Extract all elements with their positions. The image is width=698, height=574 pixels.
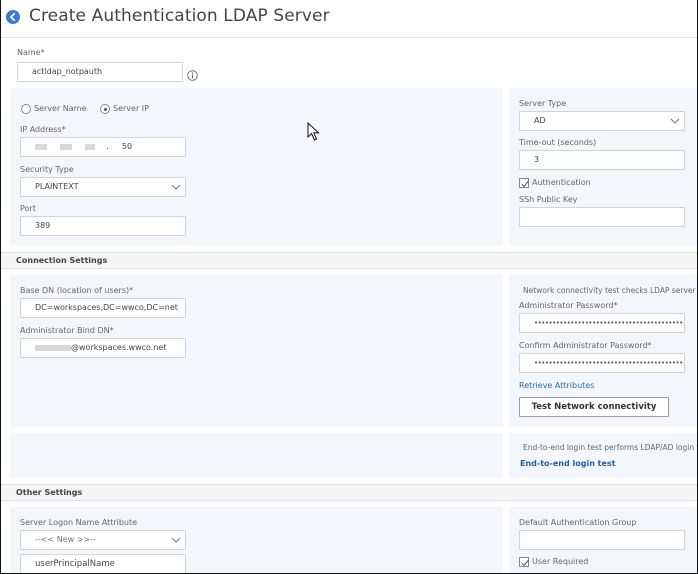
logon-attr-label: Server Logon Name Attribute (20, 518, 138, 527)
bind-dn-suffix: @workspaces.wwco.net (71, 343, 167, 352)
mouse-cursor-icon (307, 121, 321, 142)
ssh-key-input[interactable] (519, 207, 685, 227)
base-dn-input[interactable]: DC=workspaces,DC=wwco,DC=net (20, 298, 186, 318)
masked-octet (60, 143, 73, 150)
e2e-left-panel (10, 433, 503, 478)
name-input[interactable]: actldap_notpauth (17, 62, 183, 82)
confirm-password-input[interactable]: ••••••••••••••••••••••••••••••••••••••••… (519, 353, 685, 373)
ip-address-input[interactable]: . 50 (20, 137, 186, 157)
server-name-radio-label: Server Name (34, 104, 87, 113)
server-type-label: Server Type (519, 99, 567, 108)
ldap-server-form-page: Create Authentication LDAP Server Name* … (0, 0, 698, 574)
checkmark-icon (521, 559, 529, 567)
name-label: Name* (17, 48, 45, 57)
authentication-checkbox[interactable] (519, 178, 529, 188)
connection-settings-title: Connection Settings (16, 256, 108, 265)
other-settings-title: Other Settings (16, 488, 83, 497)
admin-password-label: Administrator Password* (519, 301, 618, 310)
page-title: Create Authentication LDAP Server (29, 6, 330, 26)
logon-attr-select[interactable]: --<< New >>-- (20, 530, 186, 550)
ip-address-label: IP Address* (20, 125, 66, 134)
default-group-input[interactable] (519, 530, 685, 550)
timeout-label: Time-out (seconds) (519, 138, 597, 147)
network-test-hint: Network connectivity test checks LDAP se… (523, 286, 698, 295)
checkmark-icon (521, 180, 529, 188)
default-group-label: Default Authentication Group (519, 518, 637, 527)
logon-attr-select-value: --<< New >>-- (35, 535, 96, 544)
e2e-login-test-link[interactable]: End-to-end login test (520, 459, 616, 468)
masked-username (35, 344, 71, 351)
chevron-down-icon (171, 537, 181, 543)
server-name-radio[interactable] (21, 104, 31, 114)
user-required-checkbox[interactable] (519, 557, 529, 567)
server-type-select[interactable]: AD (519, 111, 685, 131)
back-arrow-circle-icon[interactable] (6, 10, 20, 24)
page-header: Create Authentication LDAP Server (1, 0, 697, 38)
ip-last-octet: 50 (121, 142, 133, 151)
chevron-down-icon (670, 118, 680, 124)
user-required-label: User Required (532, 557, 589, 566)
bind-dn-label: Administrator Bind DN* (20, 326, 114, 335)
masked-octet (35, 143, 47, 150)
ssh-key-label: SSh Public Key (519, 195, 578, 204)
logon-attr-input[interactable]: userPrincipalName (20, 554, 186, 573)
test-network-connectivity-button[interactable]: Test Network connectivity (519, 397, 669, 417)
admin-password-input[interactable]: ••••••••••••••••••••••••••••••••••••••••… (519, 313, 685, 333)
port-input[interactable]: 389 (20, 216, 186, 236)
security-type-value: PLAINTEXT (35, 182, 79, 191)
retrieve-attributes-link[interactable]: Retrieve Attributes (519, 381, 594, 390)
security-type-label: Security Type (20, 165, 74, 174)
connection-settings-header[interactable]: Connection Settings (1, 252, 697, 269)
e2e-test-panel (509, 433, 697, 478)
ip-separator: . (106, 142, 109, 151)
server-ip-radio-label: Server IP (113, 104, 149, 113)
masked-octet (85, 143, 96, 150)
server-type-value: AD (534, 116, 546, 125)
authentication-label: Authentication (532, 178, 591, 187)
security-type-select[interactable]: PLAINTEXT (20, 177, 186, 197)
other-settings-header[interactable]: Other Settings (1, 484, 697, 501)
base-dn-label: Base DN (location of users)* (20, 286, 134, 295)
chevron-down-icon (171, 184, 181, 190)
server-ip-radio[interactable] (100, 104, 110, 114)
confirm-password-label: Confirm Administrator Password* (519, 341, 652, 350)
timeout-input[interactable]: 3 (519, 150, 685, 170)
port-label: Port (20, 204, 36, 213)
e2e-test-hint: End-to-end login test performs LDAP/AD l… (523, 443, 698, 452)
info-icon[interactable] (187, 66, 198, 81)
bind-dn-input[interactable]: @workspaces.wwco.net (20, 338, 186, 358)
